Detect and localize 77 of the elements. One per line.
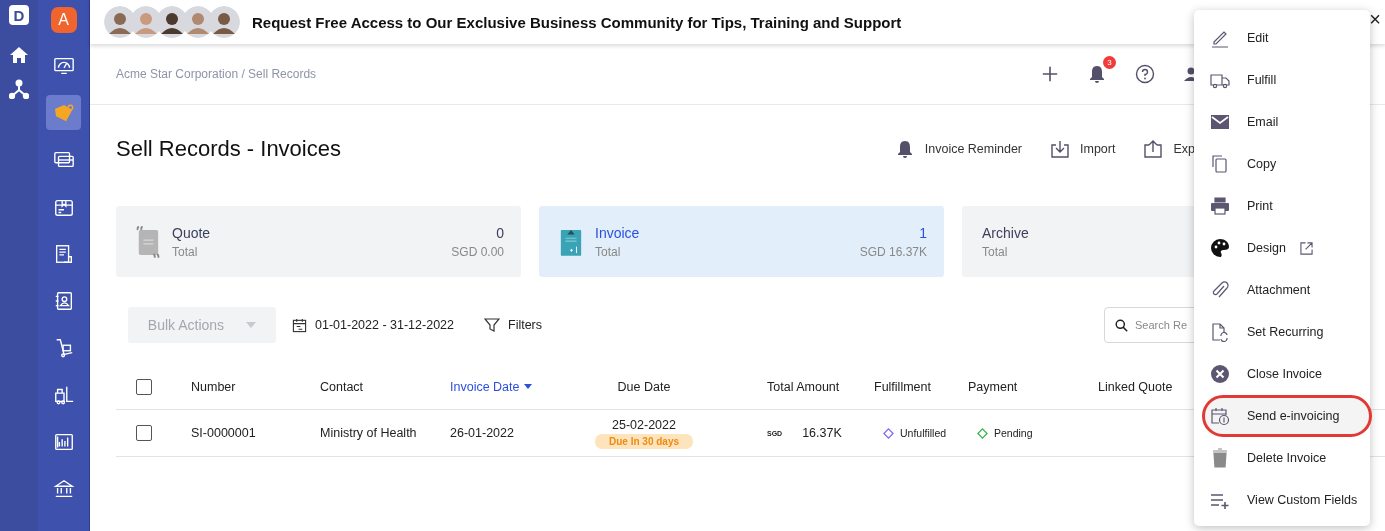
card-title: Quote [172, 224, 212, 241]
search-icon [1115, 319, 1129, 332]
date-range-picker[interactable]: 01-01-2022 - 31-12-2022 [286, 316, 460, 334]
menu-item[interactable]: Delete Invoice [1194, 437, 1370, 479]
toolbar-action-button[interactable]: Import [1050, 139, 1116, 159]
table-cell: 16.37K [802, 426, 842, 440]
app-logo[interactable]: D [9, 5, 29, 25]
menu-item[interactable]: Email [1194, 101, 1370, 143]
card-amount: SGD 16.37K [859, 244, 927, 259]
copy-icon [1210, 154, 1230, 174]
banner-message[interactable]: Request Free Access to Our Exclusive Business Community for Tips, Training and Support [252, 13, 902, 31]
paperclip-icon [1210, 280, 1230, 300]
payment-status: Pending [994, 427, 1033, 439]
card-subtitle: Total [982, 244, 1009, 259]
avatar [208, 6, 240, 38]
palette-icon [1210, 238, 1230, 258]
quote-document-icon [136, 225, 160, 258]
card-count: 0 [496, 224, 504, 241]
help-icon[interactable] [1135, 64, 1155, 84]
toolbar-action-button[interactable]: Exp [1143, 139, 1195, 159]
row-checkbox[interactable] [136, 425, 152, 441]
menu-item[interactable]: Fulfill [1194, 59, 1370, 101]
menu-item[interactable]: Set Recurring [1194, 311, 1370, 353]
import-icon [1050, 139, 1070, 159]
sort-caret-icon [524, 384, 533, 389]
breadcrumb: Acme Star Corporation / Sell Records [116, 67, 317, 81]
filters-button[interactable]: Filters [478, 316, 549, 334]
page-title: Sell Records - Invoices [116, 136, 341, 162]
card-title: Archive [982, 224, 1029, 241]
menu-item[interactable]: Design [1194, 227, 1370, 269]
card-subtitle: Total [172, 244, 199, 259]
menu-item[interactable]: Close Invoice [1194, 353, 1370, 395]
diamond-icon [883, 427, 894, 439]
printer-icon [1210, 196, 1230, 216]
close-button[interactable]: × [1369, 8, 1381, 31]
card-title: Invoice [595, 224, 641, 241]
table-cell: 26-01-2022 [450, 426, 514, 440]
trash-icon [1210, 448, 1230, 468]
due-status-badge: Due In 30 days [595, 433, 693, 449]
calendar-dollar-icon [1210, 406, 1230, 426]
summary-card[interactable]: Invoice Total 1 SGD 16.37K [539, 206, 944, 277]
add-icon[interactable] [1041, 65, 1059, 83]
card-amount: SGD 0.00 [451, 244, 504, 259]
menu-item[interactable]: Copy [1194, 143, 1370, 185]
column-header[interactable]: Number [191, 379, 236, 394]
diamond-icon [977, 427, 988, 439]
home-icon[interactable] [9, 45, 29, 65]
column-header[interactable]: Payment [968, 379, 1018, 394]
fulfillment-status: Unfulfilled [900, 427, 947, 439]
column-header[interactable]: Fulfillment [874, 379, 931, 394]
column-header[interactable]: Contact [320, 379, 364, 394]
menu-item[interactable]: Send e-invoicing [1202, 395, 1372, 437]
notification-bell-icon[interactable] [1087, 64, 1107, 84]
column-header[interactable]: Invoice Date [450, 379, 533, 394]
notification-badge: 3 [1103, 56, 1116, 69]
recurring-document-icon [1210, 322, 1230, 342]
card-count: 1 [919, 224, 927, 241]
summary-card[interactable]: Quote Total 0 SGD 0.00 [116, 206, 521, 277]
calendar-icon [292, 317, 307, 333]
toolbar-action-button[interactable]: Invoice Reminder [894, 139, 1022, 159]
menu-item[interactable]: View Custom Fields [1194, 479, 1370, 521]
card-subtitle: Total [595, 244, 622, 259]
column-header[interactable]: Total Amount [767, 379, 840, 394]
table-cell: SI-0000001 [191, 426, 256, 440]
network-icon[interactable] [9, 79, 29, 99]
menu-item[interactable]: Edit [1194, 17, 1370, 59]
export-icon [1143, 139, 1164, 159]
close-circle-icon [1210, 364, 1230, 384]
select-all-checkbox[interactable] [136, 378, 152, 395]
column-header[interactable]: Linked Quote [1098, 379, 1173, 394]
bank-icon [52, 477, 75, 500]
envelope-icon [1210, 112, 1230, 132]
caret-icon [246, 322, 257, 328]
table-cell: 25-02-2022 [612, 417, 676, 432]
table-cell: Ministry of Health [320, 426, 417, 440]
filter-icon [484, 317, 500, 333]
column-header[interactable]: Due Date [617, 379, 671, 394]
